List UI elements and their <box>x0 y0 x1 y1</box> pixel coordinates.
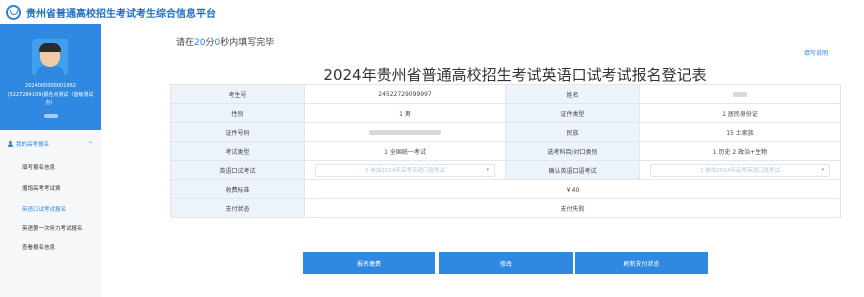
value-exam-type: 1 全国统一考试 <box>304 141 506 161</box>
table-row: 支付状态 支付失败 <box>170 198 841 218</box>
redacted-name <box>44 114 58 118</box>
help-link[interactable]: 填写说明 <box>804 48 828 57</box>
chevron-down-icon: ▾ <box>486 166 489 173</box>
label-ethnicity: 民族 <box>505 122 640 142</box>
value-id-type: 1 居民身份证 <box>639 103 841 123</box>
value-gender: 1 男 <box>304 103 506 123</box>
table-row: 考生号 24522729099997 姓名 <box>170 84 841 104</box>
countdown-timer: 请在20分0秒内填写完毕 <box>176 38 275 48</box>
edit-button[interactable]: 修改 <box>439 252 573 274</box>
sidebar: 2024000000001962 (5227284109)报名点测试（首级测试办… <box>0 24 101 297</box>
value-name <box>639 84 841 104</box>
registration-form-table: 考生号 24522729099997 姓名 性别 1 男 证件类型 1 居民身份… <box>170 84 841 218</box>
table-row: 证件号码 民族 15 土家族 <box>170 122 841 142</box>
label-fee: 收费标准 <box>170 179 305 199</box>
value-fee: ￥40 <box>304 179 841 199</box>
value-payment-status: 支付失败 <box>304 198 841 218</box>
sidebar-item-fill-info[interactable]: 填写报名信息 <box>22 163 55 171</box>
menu-group-registration[interactable]: 我的高考报名 ⌃ <box>8 140 93 148</box>
sidebar-item-listening[interactable]: 英语第一次听力考试报名 <box>22 224 83 232</box>
table-row: 性别 1 男 证件类型 1 居民身份证 <box>170 103 841 123</box>
chevron-down-icon: ▾ <box>821 166 824 173</box>
label-id-number: 证件号码 <box>170 122 305 142</box>
label-id-type: 证件类型 <box>505 103 640 123</box>
label-exam-number: 考生号 <box>170 84 305 104</box>
table-row: 英语口试考试 1 参加2024年高考英语口语考试 ▾ 确认英语口语考试 1 参加2… <box>170 160 841 180</box>
label-oral-exam: 英语口试考试 <box>170 160 305 180</box>
top-bar: 贵州省普通高校招生考试考生综合信息平台 <box>0 0 864 24</box>
label-payment-status: 支付状态 <box>170 198 305 218</box>
label-confirm-oral-exam: 确认英语口语考试 <box>505 160 640 180</box>
label-elective-subjects: 选考科目/对口类别 <box>505 141 640 161</box>
chevron-up-icon: ⌃ <box>87 140 93 148</box>
circle-logo-icon <box>6 4 21 20</box>
sidebar-item-view-info[interactable]: 查看报名信息 <box>22 243 55 251</box>
avatar <box>32 39 68 75</box>
user-description: (5227284109)报名点测试（首级测试办） <box>7 92 94 106</box>
label-name: 姓名 <box>505 84 640 104</box>
app-title: 贵州省普通高校招生考试考生综合信息平台 <box>26 8 216 20</box>
value-exam-number: 24522729099997 <box>304 84 506 104</box>
user-id: 2024000000001962 <box>25 83 76 89</box>
table-row: 考试类型 1 全国统一考试 选考科目/对口类别 1 历史 2 政治+生物 <box>170 141 841 161</box>
value-id-number <box>304 122 506 142</box>
oral-exam-select[interactable]: 1 参加2024年高考英语口语考试 ▾ <box>315 163 495 177</box>
menu-group-label: 我的高考报名 <box>16 142 50 148</box>
confirm-oral-exam-select[interactable]: 1 参加2024年高考英语口语考试 ▾ <box>650 163 830 177</box>
sidebar-item-exam-fee[interactable]: 僵饱高考考试费 <box>22 184 61 192</box>
pay-button[interactable]: 报名缴费 <box>303 252 435 274</box>
user-icon <box>8 141 13 147</box>
value-ethnicity: 15 土家族 <box>639 122 841 142</box>
sidebar-item-oral-english[interactable]: 英语口试考试报名 <box>22 205 66 213</box>
label-exam-type: 考试类型 <box>170 141 305 161</box>
label-gender: 性别 <box>170 103 305 123</box>
value-oral-exam-cell: 1 参加2024年高考英语口语考试 ▾ <box>304 160 506 180</box>
value-confirm-oral-exam-cell: 1 参加2024年高考英语口语考试 ▾ <box>639 160 841 180</box>
table-row: 收费标准 ￥40 <box>170 179 841 199</box>
profile-panel: 2024000000001962 (5227284109)报名点测试（首级测试办… <box>0 24 101 130</box>
refresh-payment-button[interactable]: 刷新支付状态 <box>575 252 708 274</box>
value-elective-subjects: 1 历史 2 政治+生物 <box>639 141 841 161</box>
form-title: 2024年贵州省普通高校招生考试英语口试考试报名登记表 <box>323 66 707 84</box>
